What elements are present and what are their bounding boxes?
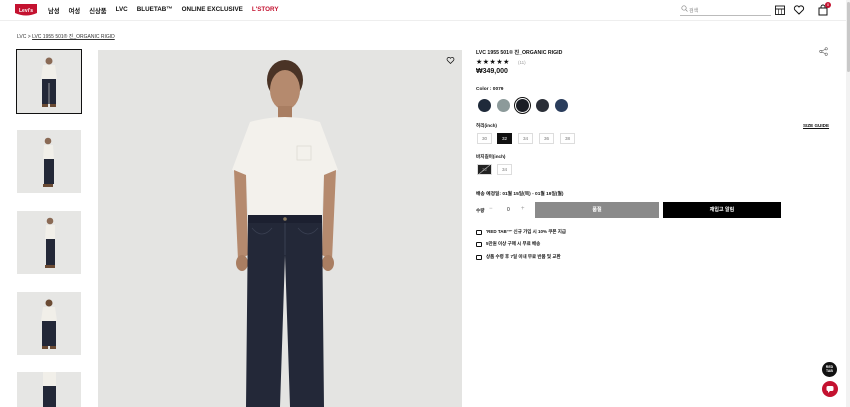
nav-bluetab[interactable]: BLUETAB™ [137,6,173,15]
box-icon [476,254,482,260]
product-price: ₩349,000 [476,68,508,75]
scrollbar-thumb[interactable] [846,2,850,72]
main-product-image[interactable] [98,50,462,407]
benefit-free-shipping: 5만원 이상 구매 시 무료 배송 [476,241,540,247]
restock-notify-button[interactable]: 재입고 알림 [663,202,781,218]
waist-size-34[interactable]: 34 [518,133,533,144]
length-label: 바지길이(inch) [476,154,506,159]
waist-size-38[interactable]: 38 [560,133,575,144]
heart-icon[interactable] [793,4,805,16]
color-swatch-5[interactable] [555,99,568,112]
nav-online-exclusive[interactable]: ONLINE EXCLUSIVE [182,6,243,15]
nav-men[interactable]: 남성 [48,6,60,15]
breadcrumb-root[interactable]: LVC [17,34,26,40]
levis-logo[interactable]: Levi's [15,4,37,17]
store-icon[interactable] [774,4,786,16]
red-tab-button[interactable]: RED TAB [822,362,837,377]
share-icon[interactable] [819,47,828,56]
model-front-image [41,57,57,107]
cart-count-badge: 0 [825,2,831,8]
nav-lstory[interactable]: L'STORY [252,6,279,15]
model-back-image [41,299,57,349]
svg-text:Levi's: Levi's [19,8,33,14]
search-icon [681,5,688,12]
quantity-plus-button[interactable]: + [521,206,525,212]
soldout-button[interactable]: 품절 [535,202,659,218]
waist-size-32-selected[interactable]: 32 [497,133,512,144]
quantity-value[interactable]: 0 [507,207,510,213]
color-swatch-3-selected[interactable] [516,99,529,112]
waist-size-36[interactable]: 36 [539,133,554,144]
search-input[interactable]: 검색 [680,4,771,16]
nav-lvc[interactable]: LVC [116,6,128,15]
thumbnail-back[interactable] [17,292,81,355]
model-side-2-image [45,217,55,268]
product-title: LVC 1955 501® 진_ORGANIC RIGID [476,50,563,56]
color-swatch-4[interactable] [536,99,549,112]
rating-stars[interactable]: ★★★★★ [476,58,510,66]
delivery-estimate: 배송 예정일: 01월 15일(목) - 01월 19일(월) [476,192,564,197]
model-side-image [43,137,54,187]
color-label: Color : 0079 [476,87,504,92]
search-placeholder: 검색 [689,8,699,14]
quantity-minus-button[interactable]: − [489,206,493,212]
benefit-return-text: 상품 수령 후 7일 이내 무료 반품 및 교환 [486,254,561,259]
thumbnail-side-2[interactable] [17,211,81,274]
benefit-membership: 'RED TAB™' 신규 가입 시 10% 쿠폰 지급 [476,229,566,235]
wishlist-heart-icon[interactable] [446,56,455,65]
breadcrumb-separator: > [27,34,31,40]
page-scrollbar[interactable] [846,0,850,407]
site-header: Levi's 남성 여성 신상품 LVC BLUETAB™ ONLINE EXC… [0,0,850,21]
nav-new[interactable]: 신상품 [89,6,106,15]
model-detail-image [43,372,56,407]
color-swatch-2[interactable] [497,99,510,112]
quantity-label: 수량 [476,208,485,213]
review-count[interactable]: (11) [518,60,526,65]
color-swatch-1[interactable] [478,99,491,112]
truck-icon [476,241,482,247]
chat-button[interactable] [822,381,838,397]
benefit-shipping-text: 5만원 이상 구매 시 무료 배송 [486,241,541,246]
length-size-34[interactable]: 34 [497,164,512,175]
waist-size-30[interactable]: 30 [477,133,492,144]
main-nav: 남성 여성 신상품 LVC BLUETAB™ ONLINE EXCLUSIVE … [48,6,279,15]
breadcrumb-current[interactable]: LVC 1955 501® 진_ORGANIC RIGID [32,34,115,40]
waist-label: 허리(inch) [476,123,497,128]
coupon-icon [476,229,482,235]
benefit-free-return: 상품 수령 후 7일 이내 무료 반품 및 교환 [476,254,561,260]
model-front-large-image [232,60,338,407]
chat-bubble-icon [826,386,834,393]
thumbnail-detail[interactable] [17,372,81,407]
breadcrumb: LVC > LVC 1955 501® 진_ORGANIC RIGID [17,33,115,40]
benefit-membership-text: 'RED TAB™' 신규 가입 시 10% 쿠폰 지급 [486,229,567,234]
thumbnail-side[interactable] [17,130,81,193]
size-guide-link[interactable]: SIZE GUIDE [803,123,829,128]
unavailable-strike-icon [478,164,491,175]
thumbnail-front[interactable] [16,49,82,114]
nav-women[interactable]: 여성 [69,6,81,15]
